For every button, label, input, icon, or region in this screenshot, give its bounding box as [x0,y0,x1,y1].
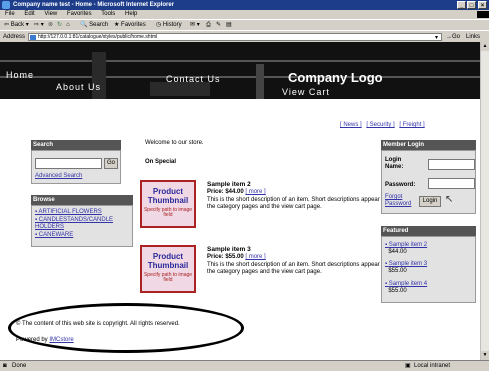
login-panel-title: Member Login [381,140,476,150]
site-banner: Company Logo Home About Us Contact Us Vi… [0,42,480,99]
login-button[interactable]: Login [419,196,441,207]
featured-panel: ▪ Sample item 2 $44.00 ▪ Sample item 3 $… [381,236,476,303]
status-bar: ◙ Done ▣ Local intranet [0,360,489,371]
product-thumbnail[interactable]: Product Thumbnail Specify path to image … [140,180,196,228]
nav-contact[interactable]: Contact Us [166,74,221,84]
forgot-password-link[interactable]: Forgot Password [385,194,411,208]
minimize-button[interactable]: _ [457,1,466,9]
item-description: This is the short description of an item… [207,262,389,275]
window-title: Company name test - Home - Microsoft Int… [13,2,175,8]
menu-view[interactable]: View [44,11,57,17]
featured-panel-title: Featured [381,226,476,236]
nav-view-cart[interactable]: View Cart [282,87,330,97]
search-input[interactable] [35,158,102,169]
item-price-line: Price: $55.00 [ more ] [207,254,266,260]
freight-link[interactable]: [ Freight ] [399,122,424,128]
browse-panel-title: Browse [31,195,133,205]
cursor-icon: ↖ [445,194,454,205]
more-link[interactable]: [ more ] [245,189,265,195]
page-icon [30,35,36,40]
news-link[interactable]: [ News ] [340,122,362,128]
scroll-down-icon[interactable]: ▼ [481,351,489,360]
company-logo: Company Logo [288,70,383,85]
close-button[interactable]: × [478,1,487,9]
highlight-ellipse [8,303,244,353]
address-input[interactable]: http://127.0.0.1:81/catalogue/styles/pub… [28,33,442,41]
item-price-line: Price: $44.00 [ more ] [207,189,266,195]
item-description: This is the short description of an item… [207,197,389,210]
top-links: [ News ] [ Security ] [ Freight ] [340,122,428,128]
on-special-heading: On Special [145,159,177,165]
browse-item[interactable]: ▪ CANDLESTANDS/CANDLE HOLDERS [35,217,131,231]
search-panel: Go Advanced Search [31,150,121,184]
ie-icon [2,1,10,9]
product-thumbnail[interactable]: Product Thumbnail Specify path to image … [140,245,196,293]
scroll-up-icon[interactable]: ▲ [481,42,489,51]
browse-item[interactable]: ▪ ARTIFICIAL FLOWERS [35,209,102,215]
nav-home[interactable]: Home [6,70,34,80]
menu-edit[interactable]: Edit [24,11,34,17]
vertical-scrollbar[interactable]: ▲ ▼ [480,42,489,360]
browse-item[interactable]: ▪ CANEWARE [35,232,73,238]
browse-panel: ▪ ARTIFICIAL FLOWERS ▪ CANDLESTANDS/CAND… [31,205,133,247]
windows-logo [477,11,489,18]
address-dropdown-icon[interactable]: ▾ [435,34,438,41]
item-title[interactable]: Sample item 2 [207,181,251,188]
security-link[interactable]: [ Security ] [366,122,394,128]
title-bar: Company name test - Home - Microsoft Int… [0,0,489,10]
password-input[interactable] [428,178,475,189]
more-link[interactable]: [ more ] [245,254,265,260]
login-name-input[interactable] [428,159,475,170]
login-name-label: Login Name: [385,157,404,170]
item-title[interactable]: Sample item 3 [207,246,251,253]
links-button[interactable]: Links [466,34,480,40]
featured-item[interactable]: ▪ Sample item 3 $55.00 [385,261,427,275]
menu-help[interactable]: Help [125,11,137,17]
search-panel-title: Search [31,140,121,150]
welcome-text: Welcome to our store. [145,140,204,146]
login-panel: Login Name: Password: Forgot Password Lo… [381,150,476,214]
search-go-button[interactable]: Go [104,158,118,169]
menu-bar: File Edit View Favorites Tools Help [0,10,489,19]
password-label: Password: [385,182,416,188]
nav-about[interactable]: About Us [56,82,101,92]
featured-item[interactable]: ▪ Sample item 2 $44.00 [385,242,427,256]
menu-favorites[interactable]: Favorites [67,11,92,17]
advanced-search-link[interactable]: Advanced Search [35,173,82,179]
address-label: Address [3,34,26,40]
go-button[interactable]: →Go [446,34,460,40]
maximize-button[interactable]: □ [467,1,476,9]
menu-tools[interactable]: Tools [101,11,115,17]
featured-item[interactable]: ▪ Sample item 4 $55.00 [385,281,427,295]
menu-file[interactable]: File [5,11,15,17]
